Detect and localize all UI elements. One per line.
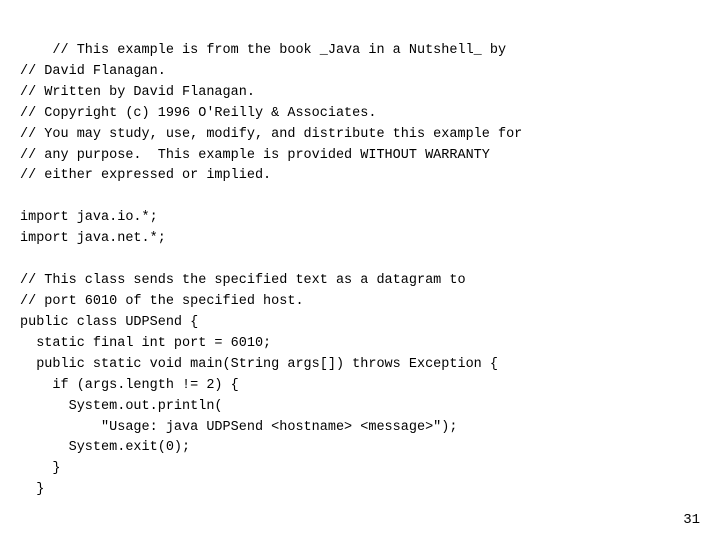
page-number: 31 xyxy=(683,512,700,528)
code-line-17: if (args.length != 2) { xyxy=(20,378,239,393)
code-content: // This example is from the book _Java i… xyxy=(20,20,700,522)
code-line-21: } xyxy=(20,461,61,476)
code-line-3: // Written by David Flanagan. xyxy=(20,85,255,100)
code-line-19: "Usage: java UDPSend <hostname> <message… xyxy=(20,420,457,435)
code-line-20: System.exit(0); xyxy=(20,440,190,455)
code-line-7: // either expressed or implied. xyxy=(20,168,271,183)
code-line-1: // This example is from the book _Java i… xyxy=(52,43,506,58)
code-line-2: // David Flanagan. xyxy=(20,64,166,79)
code-line-5: // You may study, use, modify, and distr… xyxy=(20,127,522,142)
code-line-16: public static void main(String args[]) t… xyxy=(20,357,498,372)
code-line-9: import java.io.*; xyxy=(20,210,158,225)
code-line-14: public class UDPSend { xyxy=(20,315,198,330)
page-container: // This example is from the book _Java i… xyxy=(0,0,720,540)
code-line-4: // Copyright (c) 1996 O'Reilly & Associa… xyxy=(20,106,376,121)
code-line-13: // port 6010 of the specified host. xyxy=(20,294,304,309)
code-line-22: } xyxy=(20,482,44,497)
code-line-18: System.out.println( xyxy=(20,399,223,414)
code-line-15: static final int port = 6010; xyxy=(20,336,271,351)
code-line-12: // This class sends the specified text a… xyxy=(20,273,466,288)
code-line-10: import java.net.*; xyxy=(20,231,166,246)
code-line-6: // any purpose. This example is provided… xyxy=(20,148,490,163)
